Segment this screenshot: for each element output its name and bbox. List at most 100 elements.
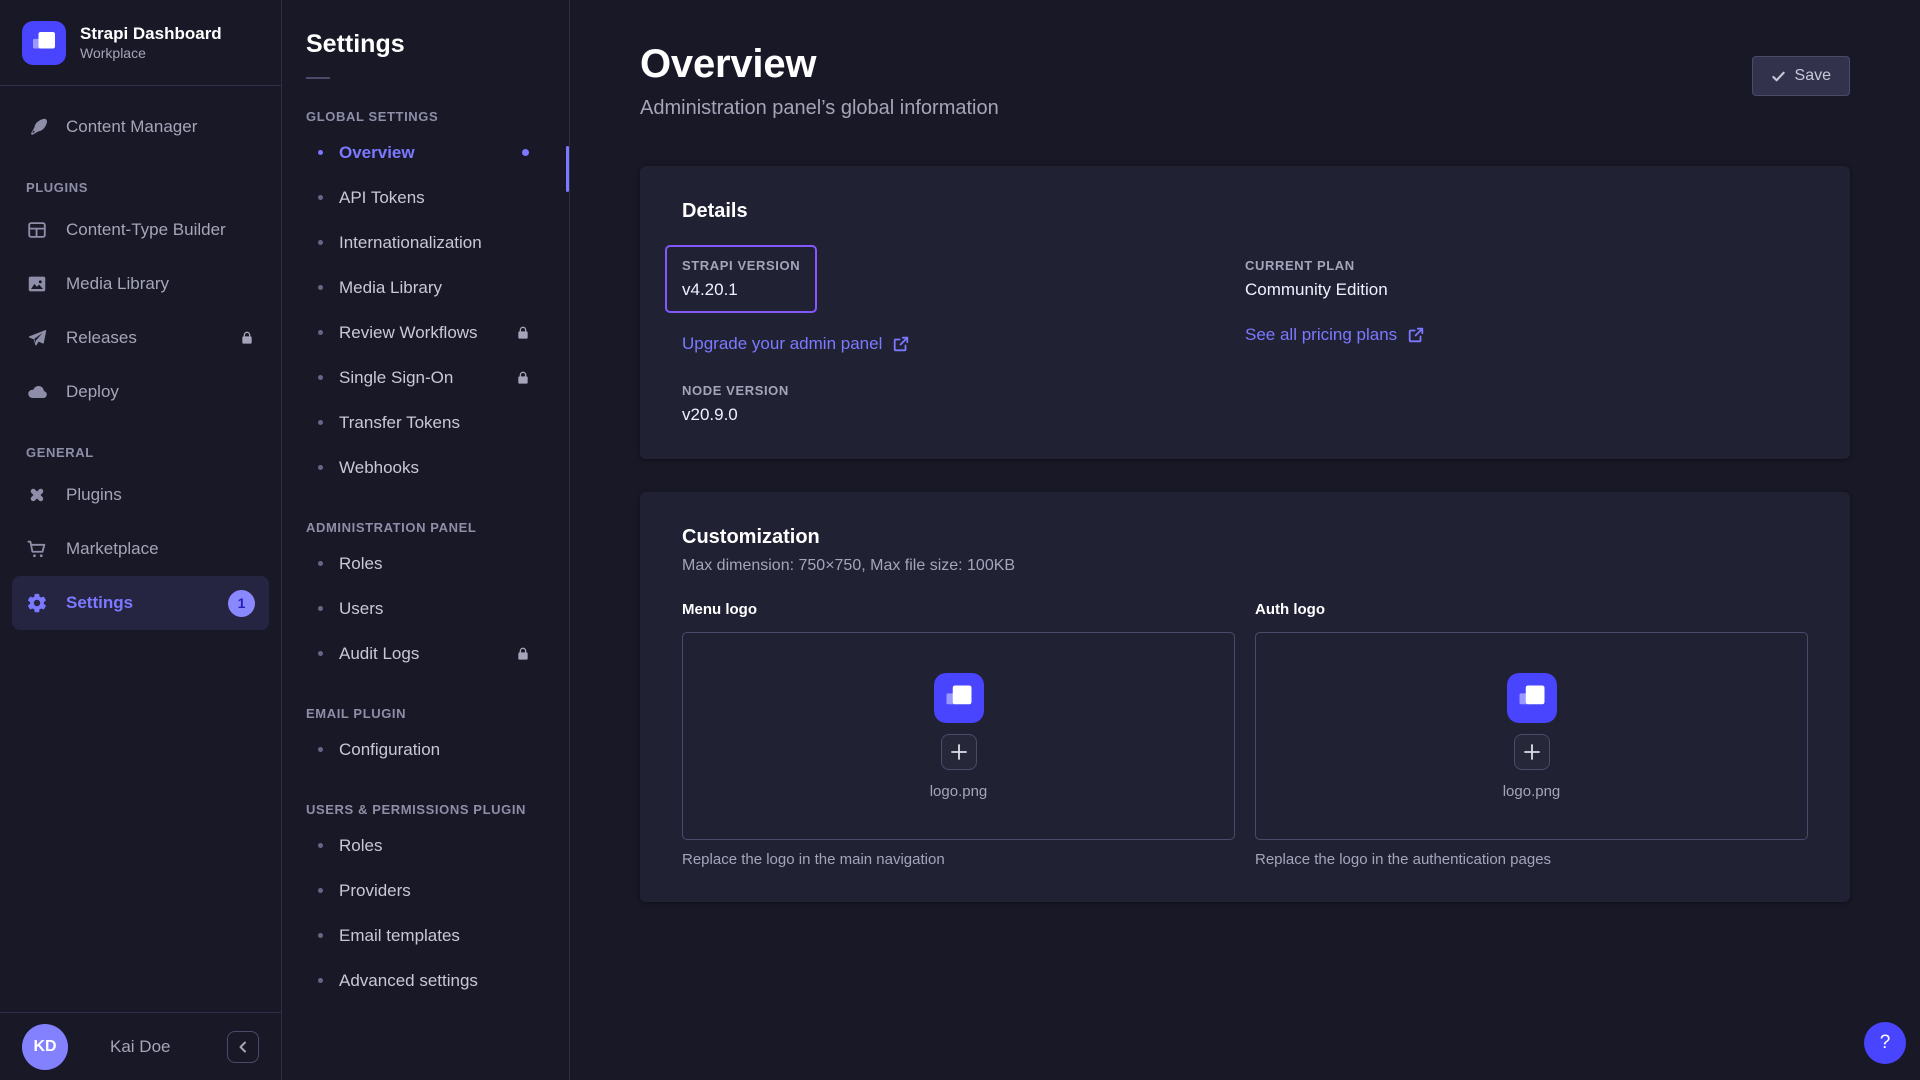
bullet-icon <box>318 843 323 848</box>
menu-logo-upload-box[interactable]: logo.png <box>682 632 1235 840</box>
details-right-column: CURRENT PLAN Community Edition See all p… <box>1245 245 1808 425</box>
subnav-section-label: ADMINISTRATION PANEL <box>306 520 545 535</box>
sidebar-sections: PLUGINS Content-Type Builder Media Library… <box>12 180 269 630</box>
subnav-item-label: Users <box>339 599 383 619</box>
subnav-item-media-library[interactable]: Media Library <box>306 265 545 310</box>
bullet-icon <box>318 888 323 893</box>
save-button[interactable]: Save <box>1752 56 1850 96</box>
bullet-icon <box>318 747 323 752</box>
plus-icon <box>950 743 968 761</box>
sidebar-item-label: Marketplace <box>66 539 159 559</box>
subnav-item-label: Overview <box>339 143 415 163</box>
subnav-item-label: Roles <box>339 554 382 574</box>
sidebar-item-plugins[interactable]: Plugins <box>12 468 269 522</box>
subnav-item-label: Transfer Tokens <box>339 413 460 433</box>
subnav-item-label: Internationalization <box>339 233 482 253</box>
auth-logo-filename: logo.png <box>1503 783 1561 800</box>
subnav-item-label: Providers <box>339 881 411 901</box>
subnav-item-label: Media Library <box>339 278 442 298</box>
subnav-item-configuration[interactable]: Configuration <box>306 727 545 772</box>
external-link-icon <box>1407 326 1425 344</box>
bullet-icon <box>318 195 323 200</box>
sidebar-item-content-type-builder[interactable]: Content-Type Builder <box>12 203 269 257</box>
subnav-title: Settings <box>306 30 545 59</box>
auth-logo-caption: Replace the logo in the authentication p… <box>1255 851 1808 868</box>
image-icon <box>26 273 48 295</box>
subnav-scrollbar-thumb[interactable] <box>566 146 569 192</box>
menu-logo-label: Menu logo <box>682 601 1235 618</box>
sidebar-item-label: Settings <box>66 593 133 613</box>
upgrade-admin-panel-link[interactable]: Upgrade your admin panel <box>682 334 910 354</box>
menu-logo-filename: logo.png <box>930 783 988 800</box>
sidebar-section-label: PLUGINS <box>12 180 269 195</box>
bullet-icon <box>318 933 323 938</box>
subnav-item-webhooks[interactable]: Webhooks <box>306 445 545 490</box>
puzzle-icon <box>26 484 48 506</box>
page-subtitle: Administration panel’s global informatio… <box>640 97 999 120</box>
subnav-item-label: Webhooks <box>339 458 419 478</box>
details-heading: Details <box>682 200 1808 223</box>
strapi-version-highlight-box: STRAPI VERSION v4.20.1 <box>665 245 817 313</box>
sidebar-item-content-manager[interactable]: Content Manager <box>12 100 269 154</box>
subnav-item-internationalization[interactable]: Internationalization <box>306 220 545 265</box>
collapse-sidebar-button[interactable] <box>227 1031 259 1063</box>
subnav-item-review-workflows[interactable]: Review Workflows <box>306 310 545 355</box>
pricing-plans-link[interactable]: See all pricing plans <box>1245 325 1425 345</box>
sidebar-item-label: Media Library <box>66 274 169 294</box>
sidebar-item-label: Releases <box>66 328 137 348</box>
auth-logo-label: Auth logo <box>1255 601 1808 618</box>
subnav-section-label: GLOBAL SETTINGS <box>306 109 545 124</box>
sidebar-item-label: Content Manager <box>66 117 197 137</box>
subnav-item-label: Review Workflows <box>339 323 478 343</box>
lock-icon <box>239 330 255 346</box>
settings-subnav: Settings GLOBAL SETTINGS Overview API Toke… <box>282 0 570 1080</box>
subnav-item-audit-logs[interactable]: Audit Logs <box>306 631 545 676</box>
strapi-logo-icon <box>1507 673 1557 723</box>
subnav-item-email-templates[interactable]: Email templates <box>306 913 545 958</box>
subnav-item-api-tokens[interactable]: API Tokens <box>306 175 545 220</box>
bullet-icon <box>318 651 323 656</box>
menu-logo-caption: Replace the logo in the main navigation <box>682 851 1235 868</box>
customization-card: Customization Max dimension: 750×750, Ma… <box>640 492 1850 902</box>
notification-badge: 1 <box>228 590 255 617</box>
add-logo-button[interactable] <box>1514 734 1550 770</box>
current-plan-value: Community Edition <box>1245 280 1808 300</box>
lock-icon <box>515 646 531 662</box>
bullet-icon <box>318 375 323 380</box>
subnav-item-users[interactable]: Users <box>306 586 545 631</box>
sidebar-item-marketplace[interactable]: Marketplace <box>12 522 269 576</box>
sidebar-item-releases[interactable]: Releases <box>12 311 269 365</box>
add-logo-button[interactable] <box>941 734 977 770</box>
subnav-item-roles[interactable]: Roles <box>306 541 545 586</box>
avatar[interactable]: KD <box>22 1024 68 1070</box>
bullet-icon <box>318 330 323 335</box>
subnav-item-label: API Tokens <box>339 188 425 208</box>
subnav-item-providers[interactable]: Providers <box>306 868 545 913</box>
bullet-icon <box>318 978 323 983</box>
subnav-item-advanced-settings[interactable]: Advanced settings <box>306 958 545 1003</box>
auth-logo-upload-box[interactable]: logo.png <box>1255 632 1808 840</box>
sidebar-item-media-library[interactable]: Media Library <box>12 257 269 311</box>
bullet-icon <box>318 285 323 290</box>
workspace-title: Strapi Dashboard <box>80 23 222 44</box>
cloud-icon <box>26 381 48 403</box>
sidebar-item-deploy[interactable]: Deploy <box>12 365 269 419</box>
help-button[interactable]: ? <box>1864 1022 1906 1064</box>
subnav-item-label: Email templates <box>339 926 460 946</box>
active-page-dot-icon <box>522 149 529 156</box>
strapi-version-value: v4.20.1 <box>682 280 800 300</box>
main-sidebar: Strapi Dashboard Workplace Content Manag… <box>0 0 282 1080</box>
bullet-icon <box>318 606 323 611</box>
details-left-column: STRAPI VERSION v4.20.1 Upgrade your admi… <box>682 245 1245 425</box>
workspace-subtitle: Workplace <box>80 44 222 62</box>
workspace-brand[interactable]: Strapi Dashboard Workplace <box>0 0 281 85</box>
subnav-item-roles[interactable]: Roles <box>306 823 545 868</box>
pen-icon <box>26 116 48 138</box>
subnav-item-transfer-tokens[interactable]: Transfer Tokens <box>306 400 545 445</box>
subnav-item-overview[interactable]: Overview <box>306 130 545 175</box>
subnav-item-single-sign-on[interactable]: Single Sign-On <box>306 355 545 400</box>
subnav-item-label: Roles <box>339 836 382 856</box>
subnav-item-label: Advanced settings <box>339 971 478 991</box>
sidebar-item-label: Plugins <box>66 485 122 505</box>
sidebar-item-settings[interactable]: Settings 1 <box>12 576 269 630</box>
